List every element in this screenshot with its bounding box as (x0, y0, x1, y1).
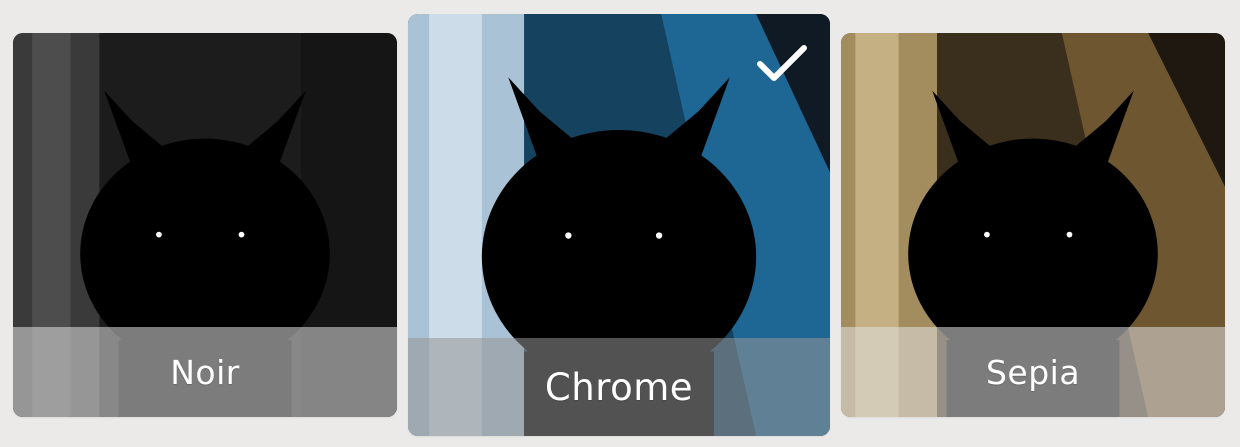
filter-card-sepia[interactable]: #card-sepia .ears{fill:#8d7a55} #card-se… (841, 33, 1225, 417)
filter-card-chrome[interactable]: #card-chrome .ears{fill:#8a96a0} #card-c… (408, 14, 830, 436)
filter-label-chrome: Chrome (544, 365, 694, 409)
filter-card-noir[interactable]: #card-noir .ears{fill:#6e6e6e} #card-noi… (13, 33, 397, 417)
filter-label-band: Noir (13, 327, 397, 417)
filter-label-band: Sepia (841, 327, 1225, 417)
filter-label-noir: Noir (170, 352, 240, 392)
checkmark-icon (757, 45, 807, 81)
filter-label-band: Chrome (408, 338, 830, 436)
filter-picker: #card-noir .ears{fill:#6e6e6e} #card-noi… (0, 0, 1240, 447)
filter-label-sepia: Sepia (985, 352, 1081, 392)
